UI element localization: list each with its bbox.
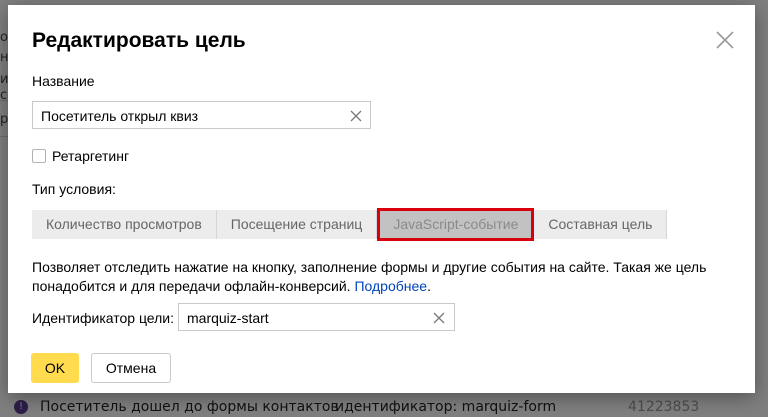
goal-id-input[interactable]: marquiz-start (178, 303, 455, 331)
cancel-button[interactable]: Отмена (91, 353, 171, 383)
tab-javascript-event[interactable]: JavaScript-событие (377, 208, 535, 241)
goal-name-input[interactable]: Посетитель открыл квиз (32, 101, 371, 129)
description-period: . (427, 278, 431, 294)
condition-type-tabs: Количество просмотров Посещение страниц … (32, 208, 668, 241)
clear-id-button[interactable] (432, 310, 446, 324)
description-line-2: понадобится и для передачи офлайн-конвер… (32, 278, 351, 294)
close-icon (716, 31, 734, 49)
ok-button[interactable]: OK (31, 353, 79, 383)
goal-id-label: Идентификатор цели: (32, 310, 175, 326)
condition-description: Позволяет отследить нажатие на кнопку, з… (32, 258, 732, 296)
retargeting-checkbox[interactable] (32, 149, 46, 163)
clear-icon (350, 110, 362, 122)
retargeting-label[interactable]: Ретаргетинг (52, 148, 129, 164)
tab-views-count[interactable]: Количество просмотров (32, 210, 217, 239)
edit-goal-dialog: Редактировать цель Название Посетитель о… (8, 5, 755, 393)
clear-name-button[interactable] (349, 108, 363, 122)
tab-page-visit[interactable]: Посещение страниц (216, 210, 378, 239)
tab-composite-goal[interactable]: Составная цель (534, 210, 668, 239)
description-line-1: Позволяет отследить нажатие на кнопку, з… (32, 259, 707, 275)
condition-type-label: Тип условия: (32, 181, 116, 197)
dialog-title: Редактировать цель (32, 29, 246, 52)
close-button[interactable] (714, 29, 736, 51)
name-label: Название (32, 73, 95, 89)
more-link[interactable]: Подробнее (354, 278, 427, 294)
clear-icon (433, 312, 445, 324)
